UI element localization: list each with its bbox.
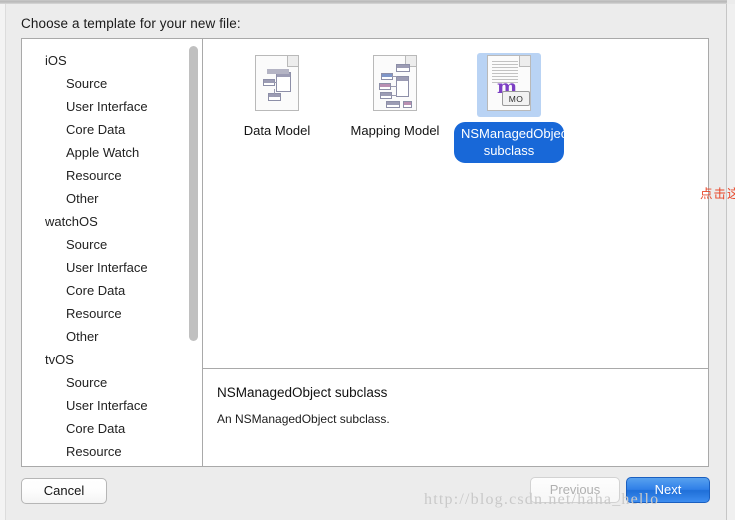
attribute-bar-1 bbox=[264, 80, 274, 83]
sidebar-item-source[interactable]: Source bbox=[22, 72, 202, 95]
annotation-click-this-item: 点击这一项 bbox=[700, 186, 735, 201]
dialog-sheet: Choose a template for your new file: iOS… bbox=[6, 4, 735, 520]
relationship-line-1 bbox=[274, 82, 277, 83]
sidebar-item-resource[interactable]: Resource bbox=[22, 302, 202, 325]
relationship-line-3 bbox=[274, 96, 280, 97]
template-chooser-panel: iOS Source User Interface Core Data Apple Wa… bbox=[21, 38, 735, 467]
mapping-entity-bar-center bbox=[397, 77, 408, 81]
template-label: Data Model bbox=[243, 123, 311, 138]
mo-badge: MO bbox=[502, 91, 530, 106]
new-file-template-dialog: Choose a template for your new file: iOS… bbox=[0, 0, 735, 520]
sidebar-item-source[interactable]: Source bbox=[22, 233, 202, 256]
mapping-entity-bar-left3 bbox=[381, 93, 391, 96]
mapping-entity-bar-top bbox=[397, 65, 409, 68]
sidebar-item-apple-watch[interactable]: Apple Watch bbox=[22, 141, 202, 164]
nsmanagedobject-icon-wrap: m MO bbox=[477, 53, 541, 117]
template-description-pane: NSManagedObject subclass An NSManagedObj… bbox=[203, 368, 708, 466]
cancel-button[interactable]: Cancel bbox=[21, 478, 107, 504]
sidebar-item-core-data[interactable]: Core Data bbox=[22, 417, 202, 440]
sidebar-item-user-interface[interactable]: User Interface bbox=[22, 256, 202, 279]
mapping-line-3 bbox=[392, 95, 397, 96]
page-fold-icon bbox=[519, 56, 530, 67]
data-model-icon-wrap bbox=[249, 53, 305, 117]
window-right-border bbox=[726, 4, 735, 520]
platform-category-list[interactable]: iOS Source User Interface Core Data Apple Wa… bbox=[22, 39, 203, 466]
mapping-entity-bar-bottom2 bbox=[404, 102, 411, 105]
category-list-scrollbar[interactable] bbox=[186, 40, 200, 466]
template-label: NSManagedObject subclass bbox=[454, 122, 571, 163]
category-list-scrollbar-thumb[interactable] bbox=[189, 46, 198, 341]
sidebar-item-user-interface[interactable]: User Interface bbox=[22, 95, 202, 118]
mapping-entity-bar-left2 bbox=[380, 84, 390, 87]
page-fold-icon bbox=[287, 56, 298, 67]
sidebar-item-core-data[interactable]: Core Data bbox=[22, 118, 202, 141]
template-content-area: Data Model Mapping Model m MO NSManagedO… bbox=[203, 39, 735, 466]
nsmanagedobject-document-icon: m MO bbox=[487, 55, 531, 111]
template-item-data-model[interactable]: Data Model bbox=[221, 53, 333, 139]
sidebar-item-core-data[interactable]: Core Data bbox=[22, 279, 202, 302]
data-model-document-icon bbox=[255, 55, 299, 111]
template-label: Mapping Model bbox=[350, 123, 440, 138]
sidebar-item-resource[interactable]: Resource bbox=[22, 164, 202, 187]
mapping-model-document-icon bbox=[373, 55, 417, 111]
mapping-entity-bar-left1 bbox=[382, 74, 392, 77]
mapping-line-2 bbox=[391, 86, 397, 87]
sidebar-item-user-interface[interactable]: User Interface bbox=[22, 394, 202, 417]
mapping-line-1 bbox=[392, 76, 397, 77]
mapping-model-icon-wrap bbox=[367, 53, 423, 117]
template-grid: Data Model Mapping Model m MO NSManagedO… bbox=[203, 39, 735, 368]
template-item-mapping-model[interactable]: Mapping Model bbox=[339, 53, 451, 139]
mapping-entity-bar-bottom1 bbox=[387, 102, 399, 105]
sidebar-item-other[interactable]: Other bbox=[22, 325, 202, 348]
sidebar-item-watchos[interactable]: watchOS bbox=[22, 210, 202, 233]
sidebar-item-tvos[interactable]: tvOS bbox=[22, 348, 202, 371]
template-item-nsmanagedobject-subclass[interactable]: m MO NSManagedObject subclass bbox=[453, 53, 571, 163]
entity-top-bar bbox=[267, 69, 289, 74]
dialog-prompt: Choose a template for your new file: bbox=[21, 16, 241, 31]
sidebar-item-source[interactable]: Source bbox=[22, 371, 202, 394]
sidebar-item-resource[interactable]: Resource bbox=[22, 440, 202, 463]
sidebar-item-other[interactable]: Other bbox=[22, 187, 202, 210]
description-body: An NSManagedObject subclass. bbox=[217, 412, 390, 426]
watermark-text: http://blog.csdn.net/haha_hello bbox=[424, 491, 660, 508]
description-title: NSManagedObject subclass bbox=[217, 385, 388, 400]
sidebar-item-ios[interactable]: iOS bbox=[22, 49, 202, 72]
